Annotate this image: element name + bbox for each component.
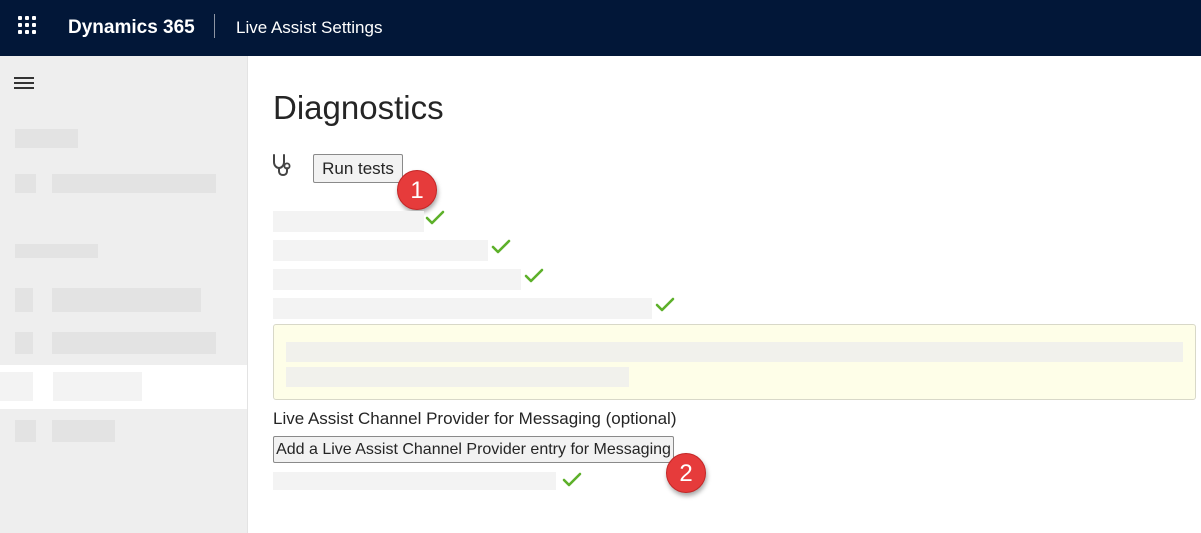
stethoscope-icon	[273, 154, 291, 177]
channel-provider-result-text	[273, 472, 556, 490]
sidebar-item-icon	[15, 288, 33, 312]
sidebar-group-heading	[15, 129, 78, 148]
channel-provider-section-label: Live Assist Channel Provider for Messagi…	[273, 409, 677, 428]
diagnostic-result-text	[273, 269, 521, 290]
warning-text-line	[286, 367, 629, 387]
sidebar-item[interactable]	[52, 288, 201, 312]
app-title: Live Assist Settings	[236, 18, 383, 37]
callout-marker-2: 2	[666, 453, 706, 493]
brand-name[interactable]: Dynamics 365	[68, 16, 195, 40]
sidebar-item-icon	[15, 332, 33, 354]
hamburger-icon[interactable]	[14, 75, 36, 91]
waffle-icon[interactable]	[15, 16, 39, 40]
add-channel-provider-button[interactable]: Add a Live Assist Channel Provider entry…	[273, 436, 674, 463]
checkmark-icon	[562, 472, 582, 487]
sidebar-item-label-placeholder	[53, 372, 142, 401]
sidebar-group-heading	[15, 244, 98, 258]
diagnostic-result-text	[273, 240, 488, 261]
warning-message-box	[273, 324, 1196, 400]
sidebar-item-icon	[0, 372, 33, 401]
callout-marker-1: 1	[397, 170, 437, 210]
diagnostic-result-text	[273, 211, 424, 232]
sidebar-item-selected[interactable]	[0, 365, 247, 409]
warning-text-line	[286, 342, 1183, 362]
sidebar-item-icon	[15, 420, 36, 442]
sidebar	[0, 56, 248, 533]
checkmark-icon	[655, 297, 675, 312]
checkmark-icon	[491, 239, 511, 254]
page-title: Diagnostics	[273, 89, 444, 126]
sidebar-item[interactable]	[52, 332, 216, 354]
run-tests-button[interactable]: Run tests	[313, 154, 403, 183]
diagnostic-result-text	[273, 298, 652, 319]
top-navigation-bar: Dynamics 365 Live Assist Settings	[0, 0, 1201, 56]
checkmark-icon	[425, 210, 445, 225]
checkmark-icon	[524, 268, 544, 283]
sidebar-item[interactable]	[52, 174, 216, 193]
sidebar-item[interactable]	[52, 420, 115, 442]
sidebar-item-icon	[15, 174, 36, 193]
header-divider	[214, 14, 215, 38]
